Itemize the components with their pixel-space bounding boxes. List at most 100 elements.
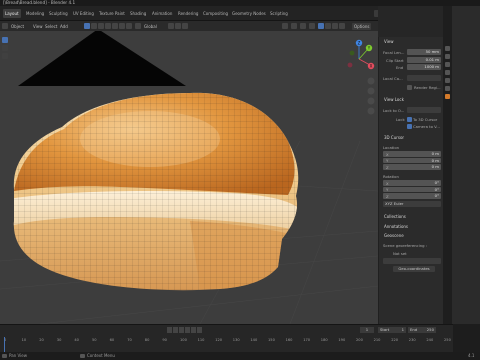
tab-geometry-nodes[interactable]: Geometry Nodes — [230, 9, 268, 18]
playhead[interactable] — [4, 337, 5, 353]
view-lock-section-header[interactable]: View Lock — [384, 97, 404, 102]
options-dropdown[interactable]: Options — [352, 22, 372, 30]
ruler-tick-label: 90 — [162, 338, 167, 342]
object-mode-dropdown[interactable]: Object — [11, 23, 24, 30]
camera-view-icon[interactable] — [367, 97, 375, 105]
geoscene-section-header[interactable]: Geoscene — [384, 233, 404, 238]
cursor-rotation-z[interactable]: 0° — [383, 193, 441, 199]
tab-sculpting[interactable]: Sculpting — [47, 9, 70, 18]
georef-secondary-row[interactable] — [383, 258, 441, 264]
transform-tool-icon[interactable] — [119, 23, 125, 29]
next-keyframe-icon[interactable] — [191, 327, 196, 333]
toolbar-cursor-icon[interactable] — [2, 45, 8, 51]
shading-material-icon[interactable] — [332, 23, 338, 29]
3d-cursor-section-header[interactable]: 3D Cursor — [384, 135, 404, 140]
editor-type-icon[interactable] — [2, 23, 8, 29]
select-menu[interactable]: Select — [45, 23, 57, 30]
shading-wireframe-icon[interactable] — [318, 23, 324, 29]
tab-uv-editing[interactable]: UV Editing — [71, 9, 96, 18]
tab-scripting[interactable]: Scripting — [268, 9, 290, 18]
cursor-rotation-x[interactable]: 0° — [383, 180, 441, 186]
scale-tool-icon[interactable] — [112, 23, 118, 29]
rotation-mode-dropdown[interactable]: XYZ Euler — [383, 201, 441, 207]
select-box-icon[interactable] — [84, 23, 90, 29]
world-tab-icon[interactable] — [445, 86, 450, 91]
3d-viewport[interactable]: Z X Y — [0, 31, 378, 324]
annotations-section-header[interactable]: Annotations — [384, 224, 408, 229]
pan-icon[interactable] — [367, 87, 375, 95]
tab-texture-paint[interactable]: Texture Paint — [97, 9, 127, 18]
rotate-tool-icon[interactable] — [105, 23, 111, 29]
mouse-right-icon — [80, 354, 85, 358]
output-tab-icon[interactable] — [445, 62, 450, 67]
jump-start-icon[interactable] — [167, 327, 172, 333]
snap-icon[interactable] — [175, 23, 181, 29]
prev-keyframe-icon[interactable] — [173, 327, 178, 333]
focal-length-label: Focal Len... — [383, 50, 405, 55]
cursor-location-y[interactable]: 0 m — [383, 157, 441, 163]
properties-editor[interactable] — [452, 6, 480, 324]
not-set-label: Not set — [393, 251, 407, 256]
camera-to-view-checkbox[interactable] — [407, 124, 412, 129]
toolbar-select-icon[interactable] — [2, 37, 8, 43]
xray-toggle-icon[interactable] — [309, 23, 315, 29]
orientation-dropdown[interactable]: Global — [144, 23, 157, 30]
end-frame-field[interactable]: End 250 — [408, 327, 436, 333]
gizmo-toggle-icon[interactable] — [291, 23, 297, 29]
clip-end-field[interactable]: 1000 m — [407, 64, 441, 70]
rotation-x-label: X — [386, 180, 389, 186]
tab-shading[interactable]: Shading — [128, 9, 148, 18]
start-frame-field[interactable]: Start 1 — [378, 327, 406, 333]
perspective-toggle-icon[interactable] — [367, 107, 375, 115]
collections-section-header[interactable]: Collections — [384, 214, 406, 219]
cursor-location-x[interactable]: 0 m — [383, 151, 441, 157]
view-section-header[interactable]: View — [384, 39, 394, 44]
to-3d-cursor-checkbox[interactable] — [407, 117, 412, 122]
lock-to-object-field[interactable] — [407, 107, 441, 113]
viewport-nav-buttons — [367, 77, 375, 115]
zoom-icon[interactable] — [367, 77, 375, 85]
move-tool-icon[interactable] — [98, 23, 104, 29]
cursor-tool-icon[interactable] — [91, 23, 97, 29]
outliner-panel[interactable] — [378, 6, 443, 37]
orientation-icon[interactable] — [135, 23, 141, 29]
tool-tab-icon[interactable] — [445, 46, 450, 51]
render-region-checkbox[interactable] — [407, 85, 412, 90]
tab-layout[interactable]: Layout — [3, 9, 21, 18]
proportional-edit-icon[interactable] — [182, 23, 188, 29]
shading-solid-icon[interactable] — [325, 23, 331, 29]
overlay-toggle-icon[interactable] — [300, 23, 306, 29]
play-reverse-icon[interactable] — [179, 327, 184, 333]
object-tab-icon[interactable] — [445, 94, 450, 99]
ruler-tick-label: 110 — [197, 338, 205, 342]
shading-rendered-icon[interactable] — [339, 23, 345, 29]
toolbar-move-icon[interactable] — [2, 53, 8, 59]
play-icon[interactable] — [185, 327, 190, 333]
cursor-rotation-y[interactable]: 0° — [383, 186, 441, 192]
viewport-canvas[interactable]: Z X Y — [0, 31, 378, 324]
view-layer-tab-icon[interactable] — [445, 70, 450, 75]
render-tab-icon[interactable] — [445, 54, 450, 59]
tab-compositing[interactable]: Compositing — [201, 9, 230, 18]
bread-mesh[interactable] — [0, 71, 320, 321]
cursor-location-z[interactable]: 0 m — [383, 164, 441, 170]
scene-tab-icon[interactable] — [445, 78, 450, 83]
tab-modeling[interactable]: Modeling — [24, 9, 46, 18]
clip-start-field[interactable]: 0.01 m — [407, 57, 441, 63]
tab-animation[interactable]: Animation — [150, 9, 174, 18]
navigation-gizmo[interactable]: Z X Y — [347, 39, 375, 70]
current-frame-field[interactable]: 1 — [360, 327, 374, 333]
add-menu[interactable]: Add — [60, 23, 68, 30]
geo-coordinates-button[interactable]: Geo-coordinates — [393, 266, 435, 272]
tab-rendering[interactable]: Rendering — [176, 9, 200, 18]
camera-object[interactable] — [18, 31, 186, 86]
local-camera-field[interactable] — [407, 75, 441, 81]
visibility-icon[interactable] — [282, 23, 288, 29]
pivot-icon[interactable] — [168, 23, 174, 29]
lock-to-object-label: Lock to O... — [383, 108, 405, 113]
view-menu[interactable]: View — [33, 23, 43, 30]
focal-length-field[interactable]: 50 mm — [407, 49, 441, 55]
jump-end-icon[interactable] — [197, 327, 202, 333]
annotate-tool-icon[interactable] — [126, 23, 132, 29]
frame-ruler[interactable]: 0 10 20 30 40 50 60 70 80 90 100 110 120 130 140 150 160… — [0, 338, 453, 346]
